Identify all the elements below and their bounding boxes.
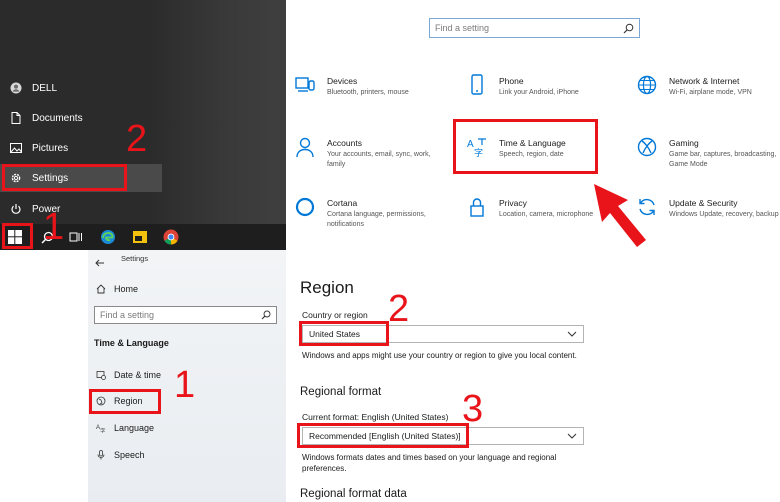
format-help: Windows formats dates and times based on… [302,453,557,473]
microphone-icon [94,450,108,460]
chrome-icon[interactable] [162,228,180,246]
devices-icon [294,74,316,96]
tile-title: Cortana [327,198,358,208]
sidebar-item-label: Speech [114,450,145,460]
step-number: 1 [174,364,196,406]
section-heading: Regional format [300,386,382,398]
tile-desc: Bluetooth, printers, mouse [327,89,409,96]
sidebar-item-speech[interactable]: Speech [94,450,145,460]
sidebar-item-date-time[interactable]: Date & time [94,370,161,380]
country-label: Country or region [302,310,368,320]
page-title: Region [300,278,354,297]
highlight-settings [2,164,127,191]
tile-desc: Windows Update, recovery, backup [669,211,779,218]
window-title: Settings [121,254,149,263]
start-item-label: Pictures [32,142,69,154]
cortana-icon [294,196,316,218]
tile-title: Devices [327,76,358,86]
account-icon [294,136,316,158]
highlight-start-button [2,223,33,249]
edge-icon[interactable] [99,228,117,246]
tile-title: Privacy [499,198,527,208]
globe-icon [636,74,658,96]
start-item-user[interactable]: DELL [0,74,162,102]
sidebar-item-label: Date & time [114,370,162,380]
language-icon: A字 [94,423,108,433]
highlight-format [297,423,469,448]
search-icon [623,23,634,36]
file-explorer-icon[interactable] [131,228,149,246]
tile-cortana[interactable]: Cortana Cortana language, permissions, n… [294,196,444,246]
sidebar-item-language[interactable]: A字 Language [94,423,154,433]
tile-update-security[interactable]: Update & Security Windows Update, recove… [636,196,780,246]
tile-title: Accounts [327,138,362,148]
region-page: Region Country or region United States W… [286,250,780,502]
step-number: 2 [126,118,148,160]
tile-gaming[interactable]: Gaming Game bar, captures, broadcasting,… [636,136,780,186]
tile-phone[interactable]: Phone Link your Android, iPhone [466,74,616,124]
step-number: 3 [462,388,484,430]
tile-desc: Game bar, captures, broadcasting, Game M… [669,151,777,168]
tile-desc: Your accounts, email, sync, work, family [327,151,431,168]
home-icon [94,284,108,294]
tile-network[interactable]: Network & Internet Wi-Fi, airplane mode,… [636,74,780,124]
highlight-time-language [453,119,598,174]
svg-text:字: 字 [100,427,106,433]
sidebar-item-label: Language [114,423,155,433]
step-number: 2 [388,288,410,330]
xbox-icon [636,136,658,158]
search-placeholder: Find a setting [435,23,490,33]
tile-desc: Link your Android, iPhone [499,89,579,96]
nav-home-label: Home [114,284,139,294]
back-arrow-icon[interactable] [95,254,105,272]
pointer-arrow-icon [594,184,646,247]
document-icon [0,112,32,124]
tile-title: Network & Internet [669,76,740,86]
start-item-label: Documents [32,112,83,124]
lock-icon [466,196,488,218]
sidebar-search-input[interactable]: Find a setting [94,306,277,324]
task-view-icon[interactable] [67,228,85,246]
start-menu-backdrop [150,0,286,250]
tile-title: Gaming [669,138,699,148]
step-number: 1 [43,206,65,248]
section-heading: Regional format data [300,488,407,500]
calendar-clock-icon [94,370,108,380]
nav-home[interactable]: Home [94,284,138,294]
picture-icon [0,143,32,153]
highlight-country [299,321,389,346]
section-title: Time & Language [94,338,169,348]
start-item-label: DELL [32,82,58,94]
highlight-region [89,389,161,414]
chevron-down-icon [567,431,577,443]
tile-accounts[interactable]: Accounts Your accounts, email, sync, wor… [294,136,444,186]
tile-desc: Wi-Fi, airplane mode, VPN [669,89,752,96]
tile-desc: Cortana language, permissions, notificat… [327,211,426,228]
phone-icon [466,74,488,96]
tile-title: Update & Security [669,198,738,208]
tile-title: Phone [499,76,524,86]
search-input[interactable]: Find a setting [429,18,640,38]
search-icon [261,310,271,322]
chevron-down-icon [567,329,577,341]
search-placeholder: Find a setting [100,310,155,320]
current-format-label: Current format: English (United States) [302,412,449,422]
tile-devices[interactable]: Devices Bluetooth, printers, mouse [294,74,444,124]
user-icon [0,82,32,94]
start-item-power[interactable]: Power [0,195,162,223]
power-icon [0,203,32,215]
country-help: Windows and apps might use your country … [302,351,577,360]
